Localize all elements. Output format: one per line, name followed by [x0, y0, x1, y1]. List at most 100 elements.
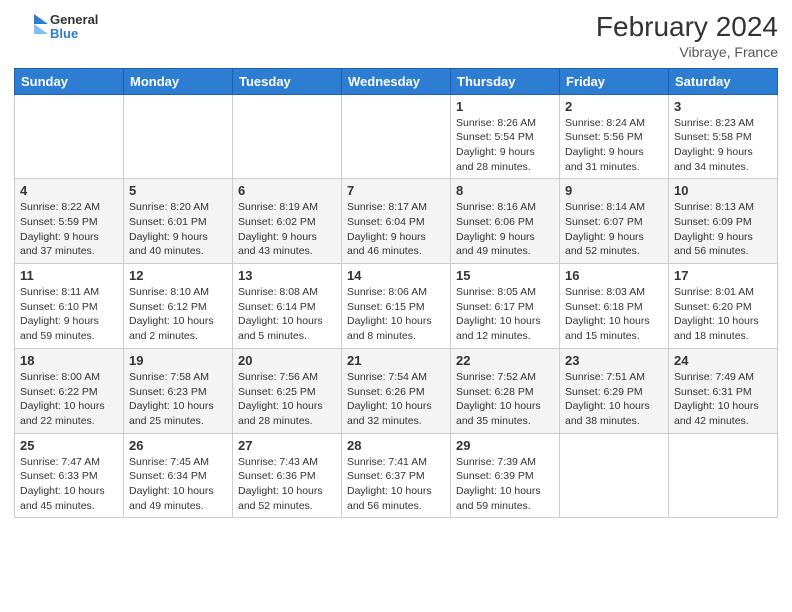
table-row: 23Sunrise: 7:51 AM Sunset: 6:29 PM Dayli…: [560, 348, 669, 433]
day-number: 7: [347, 183, 445, 198]
logo-container: General Blue: [14, 10, 98, 44]
day-number: 15: [456, 268, 554, 283]
day-number: 11: [20, 268, 118, 283]
day-info: Sunrise: 8:08 AM Sunset: 6:14 PM Dayligh…: [238, 285, 336, 344]
table-row: [669, 433, 778, 518]
day-info: Sunrise: 7:52 AM Sunset: 6:28 PM Dayligh…: [456, 370, 554, 429]
month-year: February 2024: [596, 10, 778, 44]
day-info: Sunrise: 8:00 AM Sunset: 6:22 PM Dayligh…: [20, 370, 118, 429]
table-row: 6 Sunrise: 8:19 AM Sunset: 6:02 PM Daylig…: [233, 179, 342, 264]
day-number: 21: [347, 353, 445, 368]
week-row-1: 4 Sunrise: 8:22 AM Sunset: 5:59 PM Daylig…: [15, 179, 778, 264]
header-row: Sunday Monday Tuesday Wednesday Thursday…: [15, 68, 778, 94]
table-row: [233, 94, 342, 179]
day-info: Sunrise: 8:26 AM Sunset: 5:54 PM Dayligh…: [456, 116, 554, 175]
day-info: Sunrise: 8:13 AM Sunset: 6:09 PM Dayligh…: [674, 200, 772, 259]
day-number: 22: [456, 353, 554, 368]
day-info: Sunrise: 7:43 AM Sunset: 6:36 PM Dayligh…: [238, 455, 336, 514]
day-info: Sunrise: 7:45 AM Sunset: 6:34 PM Dayligh…: [129, 455, 227, 514]
day-number: 29: [456, 438, 554, 453]
day-info: Sunrise: 8:06 AM Sunset: 6:15 PM Dayligh…: [347, 285, 445, 344]
logo-general: General: [50, 13, 98, 27]
table-row: 9 Sunrise: 8:14 AM Sunset: 6:07 PM Daylig…: [560, 179, 669, 264]
day-info: Sunrise: 7:47 AM Sunset: 6:33 PM Dayligh…: [20, 455, 118, 514]
day-number: 8: [456, 183, 554, 198]
day-info: Sunrise: 8:22 AM Sunset: 5:59 PM Dayligh…: [20, 200, 118, 259]
day-number: 4: [20, 183, 118, 198]
table-row: 28 Sunrise: 7:41 AM Sunset: 6:37 PM Dayli…: [342, 433, 451, 518]
day-info: Sunrise: 8:20 AM Sunset: 6:01 PM Dayligh…: [129, 200, 227, 259]
table-row: 29 Sunrise: 7:39 AM Sunset: 6:39 PM Dayli…: [451, 433, 560, 518]
header: General Blue February 2024 Vibraye, Fran…: [14, 10, 778, 60]
day-info: Sunrise: 7:54 AM Sunset: 6:26 PM Dayligh…: [347, 370, 445, 429]
day-number: 6: [238, 183, 336, 198]
day-number: 28: [347, 438, 445, 453]
table-row: 17 Sunrise: 8:01 AM Sunset: 6:20 PM Dayli…: [669, 264, 778, 349]
table-row: 3Sunrise: 8:23 AM Sunset: 5:58 PM Daylig…: [669, 94, 778, 179]
day-number: 16: [565, 268, 663, 283]
col-sunday: Sunday: [15, 68, 124, 94]
col-thursday: Thursday: [451, 68, 560, 94]
day-info: Sunrise: 7:41 AM Sunset: 6:37 PM Dayligh…: [347, 455, 445, 514]
week-row-2: 11Sunrise: 8:11 AM Sunset: 6:10 PM Dayli…: [15, 264, 778, 349]
day-number: 10: [674, 183, 772, 198]
table-row: [342, 94, 451, 179]
day-number: 24: [674, 353, 772, 368]
location: Vibraye, France: [596, 44, 778, 60]
day-number: 5: [129, 183, 227, 198]
day-info: Sunrise: 8:01 AM Sunset: 6:20 PM Dayligh…: [674, 285, 772, 344]
day-info: Sunrise: 8:19 AM Sunset: 6:02 PM Dayligh…: [238, 200, 336, 259]
day-number: 25: [20, 438, 118, 453]
col-tuesday: Tuesday: [233, 68, 342, 94]
day-info: Sunrise: 7:58 AM Sunset: 6:23 PM Dayligh…: [129, 370, 227, 429]
day-info: Sunrise: 8:14 AM Sunset: 6:07 PM Dayligh…: [565, 200, 663, 259]
col-monday: Monday: [124, 68, 233, 94]
table-row: 8 Sunrise: 8:16 AM Sunset: 6:06 PM Daylig…: [451, 179, 560, 264]
day-number: 2: [565, 99, 663, 114]
table-row: 19 Sunrise: 7:58 AM Sunset: 6:23 PM Dayli…: [124, 348, 233, 433]
day-info: Sunrise: 8:16 AM Sunset: 6:06 PM Dayligh…: [456, 200, 554, 259]
day-number: 3: [674, 99, 772, 114]
week-row-4: 25 Sunrise: 7:47 AM Sunset: 6:33 PM Dayli…: [15, 433, 778, 518]
day-info: Sunrise: 7:39 AM Sunset: 6:39 PM Dayligh…: [456, 455, 554, 514]
table-row: 25 Sunrise: 7:47 AM Sunset: 6:33 PM Dayli…: [15, 433, 124, 518]
col-friday: Friday: [560, 68, 669, 94]
day-number: 14: [347, 268, 445, 283]
table-row: [124, 94, 233, 179]
table-row: 16Sunrise: 8:03 AM Sunset: 6:18 PM Dayli…: [560, 264, 669, 349]
table-row: 13Sunrise: 8:08 AM Sunset: 6:14 PM Dayli…: [233, 264, 342, 349]
day-info: Sunrise: 8:17 AM Sunset: 6:04 PM Dayligh…: [347, 200, 445, 259]
logo-blue: Blue: [50, 27, 98, 41]
day-number: 26: [129, 438, 227, 453]
day-info: Sunrise: 8:24 AM Sunset: 5:56 PM Dayligh…: [565, 116, 663, 175]
day-info: Sunrise: 7:49 AM Sunset: 6:31 PM Dayligh…: [674, 370, 772, 429]
day-number: 27: [238, 438, 336, 453]
header-right: February 2024 Vibraye, France: [596, 10, 778, 60]
day-number: 18: [20, 353, 118, 368]
table-row: 11Sunrise: 8:11 AM Sunset: 6:10 PM Dayli…: [15, 264, 124, 349]
table-row: 18 Sunrise: 8:00 AM Sunset: 6:22 PM Dayli…: [15, 348, 124, 433]
table-row: 22 Sunrise: 7:52 AM Sunset: 6:28 PM Dayli…: [451, 348, 560, 433]
table-row: 26 Sunrise: 7:45 AM Sunset: 6:34 PM Dayli…: [124, 433, 233, 518]
table-row: 1 Sunrise: 8:26 AM Sunset: 5:54 PM Daylig…: [451, 94, 560, 179]
day-number: 1: [456, 99, 554, 114]
day-number: 9: [565, 183, 663, 198]
table-row: 15Sunrise: 8:05 AM Sunset: 6:17 PM Dayli…: [451, 264, 560, 349]
day-number: 19: [129, 353, 227, 368]
table-row: [560, 433, 669, 518]
day-number: 12: [129, 268, 227, 283]
page: General Blue February 2024 Vibraye, Fran…: [0, 0, 792, 612]
day-number: 17: [674, 268, 772, 283]
table-row: 20Sunrise: 7:56 AM Sunset: 6:25 PM Dayli…: [233, 348, 342, 433]
table-row: 27 Sunrise: 7:43 AM Sunset: 6:36 PM Dayli…: [233, 433, 342, 518]
table-row: 4 Sunrise: 8:22 AM Sunset: 5:59 PM Daylig…: [15, 179, 124, 264]
week-row-0: 1 Sunrise: 8:26 AM Sunset: 5:54 PM Daylig…: [15, 94, 778, 179]
logo: General Blue: [14, 10, 98, 44]
col-wednesday: Wednesday: [342, 68, 451, 94]
week-row-3: 18 Sunrise: 8:00 AM Sunset: 6:22 PM Dayli…: [15, 348, 778, 433]
col-saturday: Saturday: [669, 68, 778, 94]
day-number: 23: [565, 353, 663, 368]
day-info: Sunrise: 7:56 AM Sunset: 6:25 PM Dayligh…: [238, 370, 336, 429]
table-row: 21 Sunrise: 7:54 AM Sunset: 6:26 PM Dayli…: [342, 348, 451, 433]
day-info: Sunrise: 8:10 AM Sunset: 6:12 PM Dayligh…: [129, 285, 227, 344]
